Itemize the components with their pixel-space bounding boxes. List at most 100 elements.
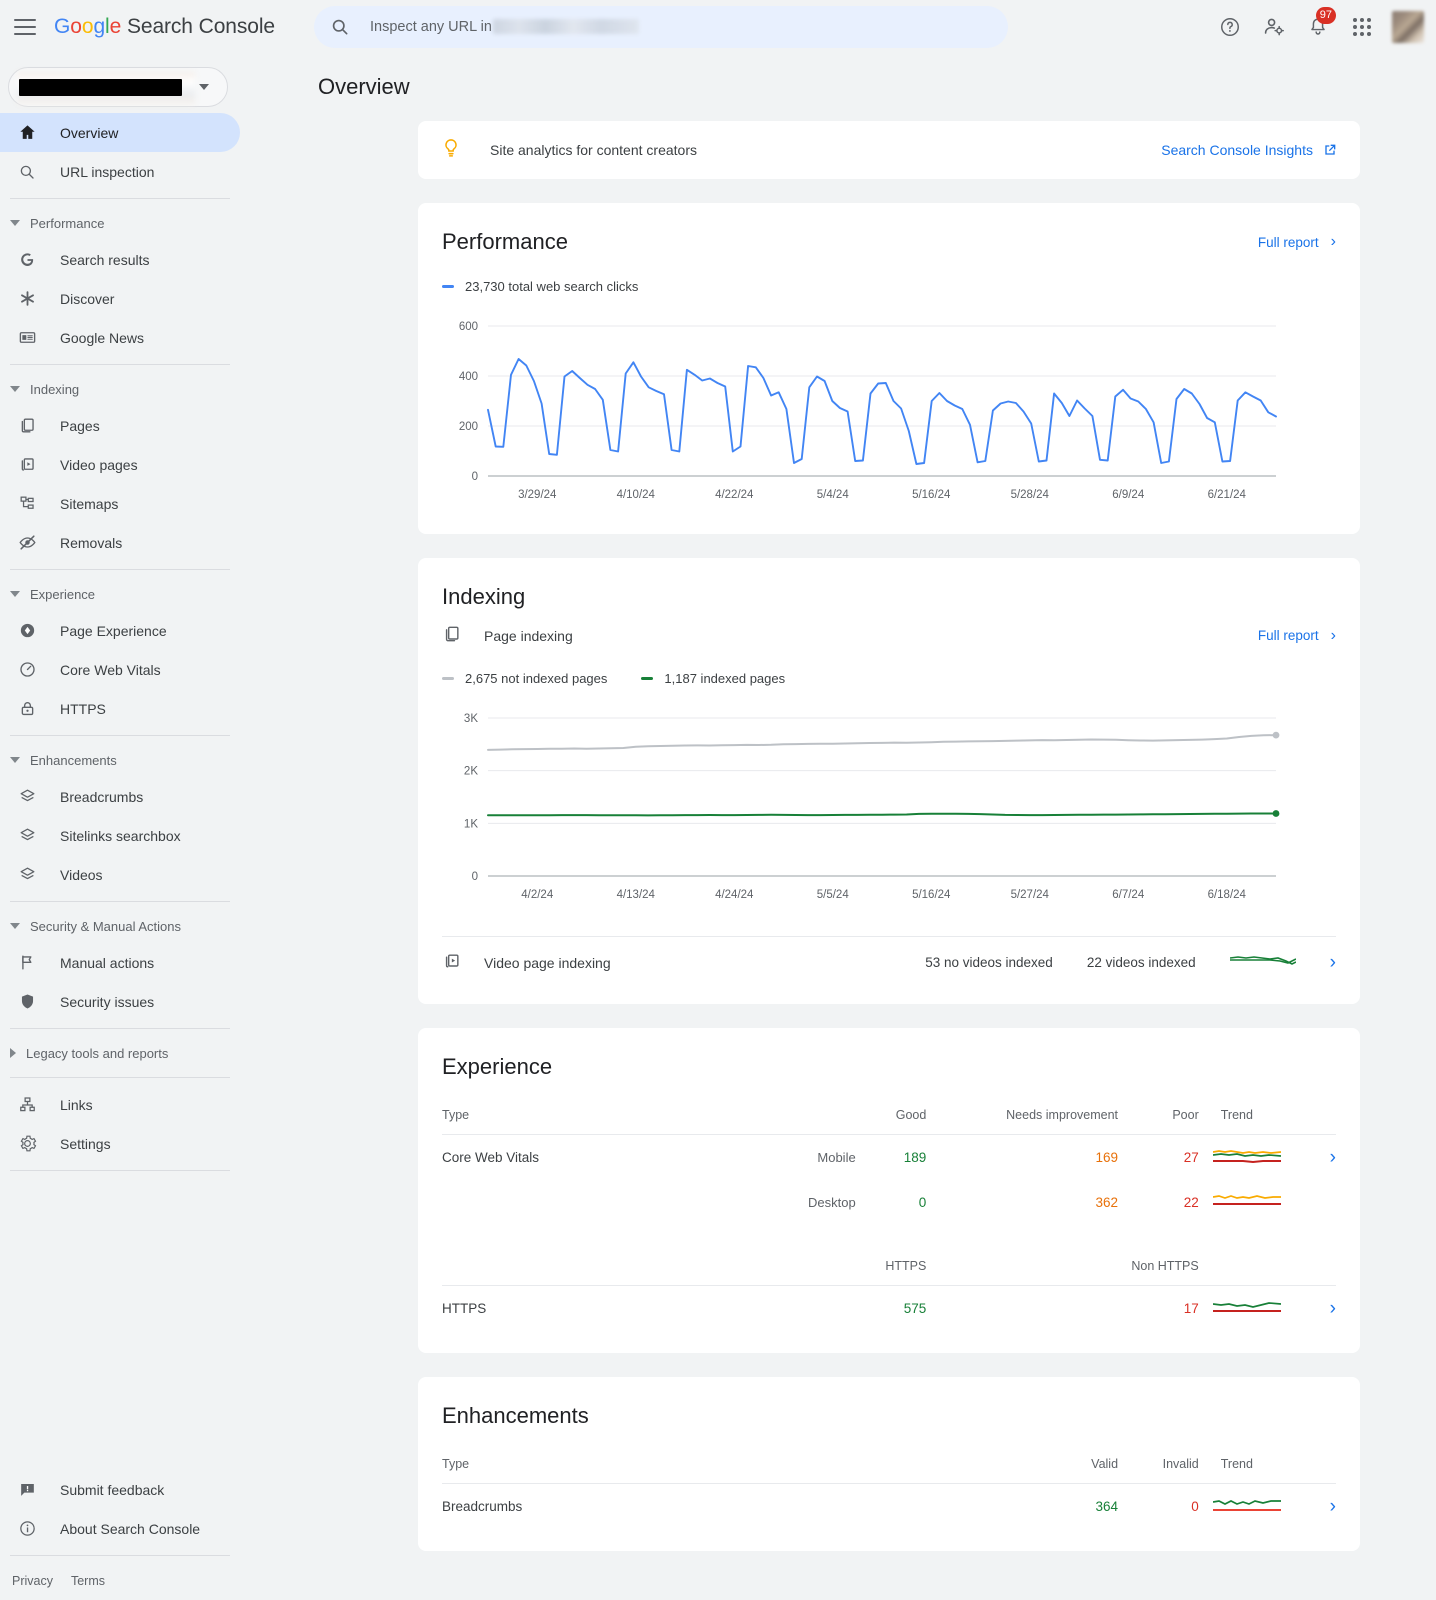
sidebar-item-label: URL inspection: [60, 163, 155, 180]
chevron-right-icon: ›: [1330, 233, 1336, 250]
table-row[interactable]: Core Web Vitals Mobile 189 169 27 ›: [442, 1135, 1336, 1180]
row-needs-improvement: 169: [1095, 1150, 1119, 1165]
sidebar-item-removals[interactable]: Removals: [0, 523, 240, 562]
google-news-icon: [16, 328, 38, 347]
sidebar-footer: Submit feedback About Search Console Pri…: [0, 1470, 242, 1600]
sidebar-item-label: HTTPS: [60, 700, 106, 717]
indexing-chart: 0 1K 2K 3K 4/2/24 4/13/24 4/24/24 5/5/24 5/16/24…: [442, 704, 1336, 916]
table-row[interactable]: Desktop 0 362 22: [442, 1180, 1336, 1225]
row-arrow[interactable]: ›: [1330, 1147, 1336, 1168]
search-console-insights-link[interactable]: Search Console Insights: [1161, 142, 1338, 158]
privacy-link[interactable]: Privacy: [12, 1574, 53, 1588]
table-row[interactable]: Breadcrumbs 364 0 ›: [442, 1484, 1336, 1529]
account-settings-icon[interactable]: [1254, 7, 1294, 47]
video-page-indexing-row[interactable]: Video page indexing 53 no videos indexed…: [442, 936, 1336, 982]
performance-card: Performance Full report › 23,730 total w…: [418, 203, 1360, 534]
sidebar-item-page-experience[interactable]: Page Experience: [0, 611, 240, 650]
url-inspection-search-bar[interactable]: Inspect any URL in: [314, 6, 1008, 48]
property-selector[interactable]: [8, 67, 228, 107]
search-icon: [332, 19, 348, 35]
col-invalid: Invalid: [1162, 1457, 1199, 1471]
sidebar-group-enhancements[interactable]: Enhancements: [0, 743, 242, 777]
sidebar-item-label: Security issues: [60, 993, 155, 1010]
terms-link[interactable]: Terms: [71, 1574, 105, 1588]
sidebar-item-video-pages[interactable]: Video pages: [0, 445, 240, 484]
sidebar-group-label: Experience: [30, 586, 96, 602]
insights-banner: Site analytics for content creators Sear…: [418, 121, 1360, 179]
pages-icon: [16, 416, 38, 435]
legend-item-indexed: 1,187 indexed pages: [641, 671, 785, 686]
row-arrow[interactable]: ›: [1330, 1298, 1336, 1319]
col-arrow: [1296, 1096, 1336, 1135]
sidebar-group-label: Security & Manual Actions: [30, 918, 182, 934]
search-icon: [16, 163, 38, 181]
sidebar-item-url-inspection[interactable]: URL inspection: [0, 152, 240, 191]
layers-icon: [16, 865, 38, 884]
svg-text:4/22/24: 4/22/24: [715, 489, 754, 501]
sidebar-group-experience[interactable]: Experience: [0, 577, 242, 611]
chevron-right-icon: [10, 1048, 16, 1058]
sidebar-item-overview[interactable]: Overview: [0, 113, 240, 152]
svg-text:5/16/24: 5/16/24: [912, 889, 951, 901]
col-device: [745, 1096, 856, 1135]
avatar[interactable]: [1392, 10, 1424, 43]
sidebar-item-sitelinks-searchbox[interactable]: Sitelinks searchbox: [0, 816, 240, 855]
experience-table: Type Good Needs improvement Poor Trend C…: [442, 1096, 1336, 1331]
sidebar-item-sitemaps[interactable]: Sitemaps: [0, 484, 240, 523]
table-row[interactable]: HTTPS 575 17 ›: [442, 1286, 1336, 1331]
notifications-icon[interactable]: 97: [1298, 6, 1338, 47]
sidebar-item-label: Breadcrumbs: [60, 788, 144, 805]
row-invalid: 0: [1191, 1499, 1199, 1514]
enhancements-title: Enhancements: [442, 1403, 589, 1428]
svg-text:5/28/24: 5/28/24: [1011, 489, 1050, 501]
sidebar-item-videos[interactable]: Videos: [0, 855, 240, 894]
chevron-right-icon: ›: [1330, 626, 1336, 644]
row-type-core-web-vitals: Core Web Vitals: [442, 1150, 540, 1165]
sidebar-item-security-issues[interactable]: Security issues: [0, 982, 240, 1021]
svg-text:2K: 2K: [464, 766, 478, 778]
svg-text:1K: 1K: [464, 818, 478, 830]
sidebar-divider: [10, 1077, 230, 1078]
sidebar-divider: [10, 901, 230, 902]
sidebar-item-core-web-vitals[interactable]: Core Web Vitals: [0, 650, 240, 689]
chevron-down-icon: [10, 757, 20, 763]
sidebar-item-google-news[interactable]: Google News: [0, 318, 240, 357]
sidebar-item-breadcrumbs[interactable]: Breadcrumbs: [0, 777, 240, 816]
apps-grid-icon[interactable]: [1342, 7, 1382, 47]
experience-title: Experience: [442, 1054, 553, 1079]
sidebar-item-settings[interactable]: Settings: [0, 1124, 240, 1163]
sidebar-group-performance[interactable]: Performance: [0, 206, 242, 240]
video-row-arrow[interactable]: ›: [1330, 953, 1336, 972]
row-arrow[interactable]: ›: [1330, 1496, 1336, 1517]
pages-icon: [442, 624, 462, 647]
removals-eye-off-icon: [16, 533, 38, 552]
sidebar-item-links[interactable]: Links: [0, 1085, 240, 1124]
svg-text:0: 0: [472, 871, 478, 883]
sidebar-item-search-results[interactable]: Search results: [0, 240, 240, 279]
col-poor: Poor: [1172, 1108, 1199, 1122]
video-pages-icon: [442, 951, 462, 974]
sidebar-item-manual-actions[interactable]: Manual actions: [0, 943, 240, 982]
indexing-full-report-link[interactable]: Full report ›: [1258, 626, 1336, 644]
legal-links: Privacy Terms: [0, 1563, 242, 1600]
sidebar-group-legacy-tools[interactable]: Legacy tools and reports: [0, 1036, 242, 1070]
sidebar-group-label: Enhancements: [30, 752, 117, 768]
sidebar-group-security[interactable]: Security & Manual Actions: [0, 909, 242, 943]
help-icon[interactable]: [1210, 7, 1250, 47]
hamburger-icon[interactable]: [14, 18, 36, 35]
sidebar-group-indexing[interactable]: Indexing: [0, 372, 242, 406]
sidebar-item-pages[interactable]: Pages: [0, 406, 240, 445]
svg-text:5/4/24: 5/4/24: [817, 489, 850, 501]
experience-card: Experience Type Good Needs improvement P…: [418, 1028, 1360, 1353]
sidebar-item-submit-feedback[interactable]: Submit feedback: [0, 1470, 240, 1509]
sidebar-item-discover[interactable]: Discover: [0, 279, 240, 318]
sidebar-item-label: Discover: [60, 290, 115, 307]
notification-badge: 97: [1315, 6, 1336, 24]
layers-icon: [16, 787, 38, 806]
performance-full-report-link[interactable]: Full report ›: [1258, 234, 1336, 250]
sidebar-item-about-search-console[interactable]: About Search Console: [0, 1509, 240, 1548]
svg-text:5/27/24: 5/27/24: [1011, 889, 1050, 901]
performance-legend: 23,730 total web search clicks: [442, 279, 1336, 294]
sidebar-item-https[interactable]: HTTPS: [0, 689, 240, 728]
row-device: Desktop: [807, 1195, 856, 1210]
